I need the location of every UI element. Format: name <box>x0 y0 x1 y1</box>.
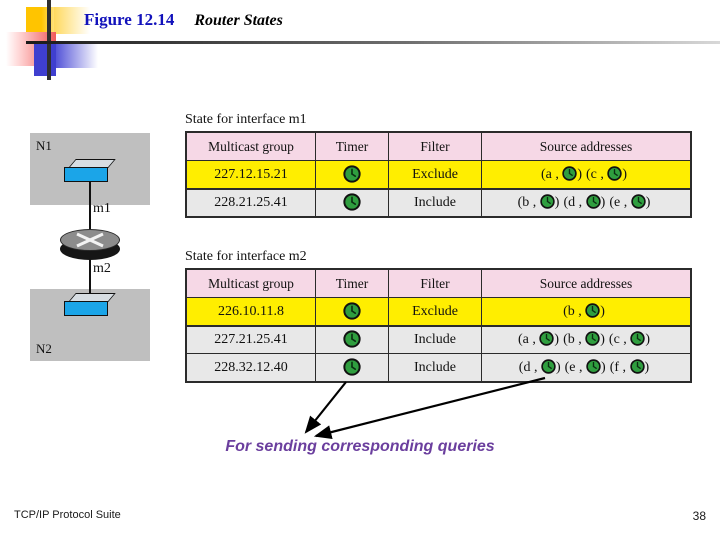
state-table-block-m2: State for interface m2 Multicast group T… <box>185 249 692 383</box>
deco-red-square <box>6 32 56 66</box>
source-address-entry: (c , ) <box>608 331 650 347</box>
table-header-row: Multicast group Timer Filter Source addr… <box>185 131 692 161</box>
timer-clock-icon <box>629 359 645 374</box>
cell-source-addresses: (a , ) (c , ) <box>481 160 692 189</box>
timer-clock-icon <box>541 359 556 374</box>
timer-clock-icon <box>343 193 361 211</box>
cell-timer <box>315 353 389 383</box>
source-address-entry: (e , ) <box>564 359 606 375</box>
timer-clock-icon <box>586 359 601 374</box>
cell-source-addresses: (b , ) <box>481 297 692 326</box>
table-body-m2: 226.10.11.8 Exclude (b , ) 227.21.25.41 Incl… <box>185 296 692 383</box>
column-header-filter: Filter <box>388 131 482 161</box>
cell-filter: Exclude <box>388 160 482 189</box>
link-m1 <box>89 181 91 233</box>
source-address-entry: (c , ) <box>586 166 628 182</box>
state-table-caption-m1: State for interface m1 <box>185 112 307 127</box>
cell-multicast-group: 226.10.11.8 <box>185 297 316 326</box>
host-front-face <box>64 301 108 316</box>
cell-multicast-group: 227.12.15.21 <box>185 160 316 189</box>
deco-blue-square <box>34 41 56 76</box>
source-address-entry: (b , ) <box>517 194 560 210</box>
timer-clock-icon <box>585 194 601 209</box>
state-table-m2: Multicast group Timer Filter Source addr… <box>185 268 692 383</box>
table-body-m1: 227.12.15.21 Exclude (a , ) (c , ) 228.21.25… <box>185 159 692 218</box>
arrow-to-source-timer <box>313 376 546 440</box>
deco-blue-gradient <box>56 41 98 68</box>
state-table-block-m1: State for interface m1 Multicast group T… <box>185 112 692 218</box>
source-address-entry: (f , ) <box>609 359 650 375</box>
cell-filter: Include <box>388 188 482 218</box>
cell-timer <box>315 160 389 189</box>
timer-clock-icon <box>630 331 646 346</box>
source-address-entry: (b , ) <box>563 303 605 319</box>
column-header-multicast-group: Multicast group <box>185 131 316 161</box>
host-n1 <box>64 159 116 183</box>
cell-source-addresses: (a , ) (b , ) (c , ) <box>481 325 692 354</box>
timer-clock-icon <box>562 166 578 181</box>
source-address-entry: (a , ) <box>518 331 560 347</box>
network-label-n2: N2 <box>36 341 52 356</box>
deco-horizontal-rule <box>26 41 720 44</box>
host-n2 <box>64 293 116 317</box>
table-row: 227.12.15.21 Exclude (a , ) (c , ) <box>185 159 692 190</box>
table-row: 227.21.25.41 Include (a , ) (b , ) (c , ) <box>185 325 692 354</box>
deco-yellow-square <box>26 7 54 45</box>
column-header-source-addresses: Source addresses <box>481 268 692 298</box>
state-table-caption-m2: State for interface m2 <box>185 249 307 264</box>
cell-source-addresses: (d , ) (e , ) (f , ) <box>481 353 692 383</box>
network-label-n1: N1 <box>36 138 52 153</box>
deco-vertical-rule <box>47 0 51 80</box>
figure-number: Figure 12.14 <box>84 10 175 29</box>
source-address-entry: (b , ) <box>563 331 605 347</box>
source-address-entry: (d , ) <box>518 359 561 375</box>
table-row: 228.21.25.41 Include (b , ) (d , ) (e , ) <box>185 188 692 218</box>
cell-filter: Include <box>388 325 482 354</box>
timer-clock-icon <box>343 165 361 183</box>
timer-clock-icon <box>540 194 555 209</box>
source-address-entry: (a , ) <box>540 166 582 182</box>
timer-clock-icon <box>343 330 361 348</box>
arrow-to-timer <box>304 381 347 434</box>
cell-filter: Exclude <box>388 297 482 326</box>
table-row: 226.10.11.8 Exclude (b , ) <box>185 296 692 327</box>
timer-clock-icon <box>607 166 623 181</box>
network-diagram: N1 N2 m1 m2 <box>30 133 150 361</box>
timer-clock-icon <box>631 194 646 209</box>
table-row: 228.32.12.40 Include (d , ) (e , ) (f , ) <box>185 353 692 383</box>
cell-multicast-group: 228.32.12.40 <box>185 353 316 383</box>
interface-label-m2: m2 <box>93 261 111 276</box>
cell-multicast-group: 227.21.25.41 <box>185 325 316 354</box>
timer-clock-icon <box>343 302 361 320</box>
timer-clock-icon <box>585 331 600 346</box>
cell-timer <box>315 297 389 326</box>
timer-clock-icon <box>539 331 555 346</box>
cell-filter: Include <box>388 353 482 383</box>
cell-timer <box>315 188 389 218</box>
host-front-face <box>64 167 108 182</box>
footer-page-number: 38 <box>692 509 706 523</box>
router-node <box>60 229 120 263</box>
source-address-entry: (e , ) <box>609 194 651 210</box>
column-header-timer: Timer <box>315 268 389 298</box>
annotation-caption: For sending corresponding queries <box>225 438 495 455</box>
interface-label-m1: m1 <box>93 201 111 216</box>
timer-clock-icon <box>585 303 600 318</box>
source-address-entry: (d , ) <box>563 194 606 210</box>
timer-clock-icon <box>343 358 361 376</box>
figure-subject: Router States <box>194 12 283 29</box>
cell-multicast-group: 228.21.25.41 <box>185 188 316 218</box>
table-header-row: Multicast group Timer Filter Source addr… <box>185 268 692 298</box>
cell-source-addresses: (b , ) (d , ) (e , ) <box>481 188 692 218</box>
slide-title: Figure 12.14 Router States <box>84 10 283 30</box>
column-header-timer: Timer <box>315 131 389 161</box>
state-table-m1: Multicast group Timer Filter Source addr… <box>185 131 692 218</box>
column-header-multicast-group: Multicast group <box>185 268 316 298</box>
column-header-filter: Filter <box>388 268 482 298</box>
footer-book-title: TCP/IP Protocol Suite <box>14 509 121 521</box>
cell-timer <box>315 325 389 354</box>
column-header-source-addresses: Source addresses <box>481 131 692 161</box>
router-x-icon <box>76 232 104 248</box>
